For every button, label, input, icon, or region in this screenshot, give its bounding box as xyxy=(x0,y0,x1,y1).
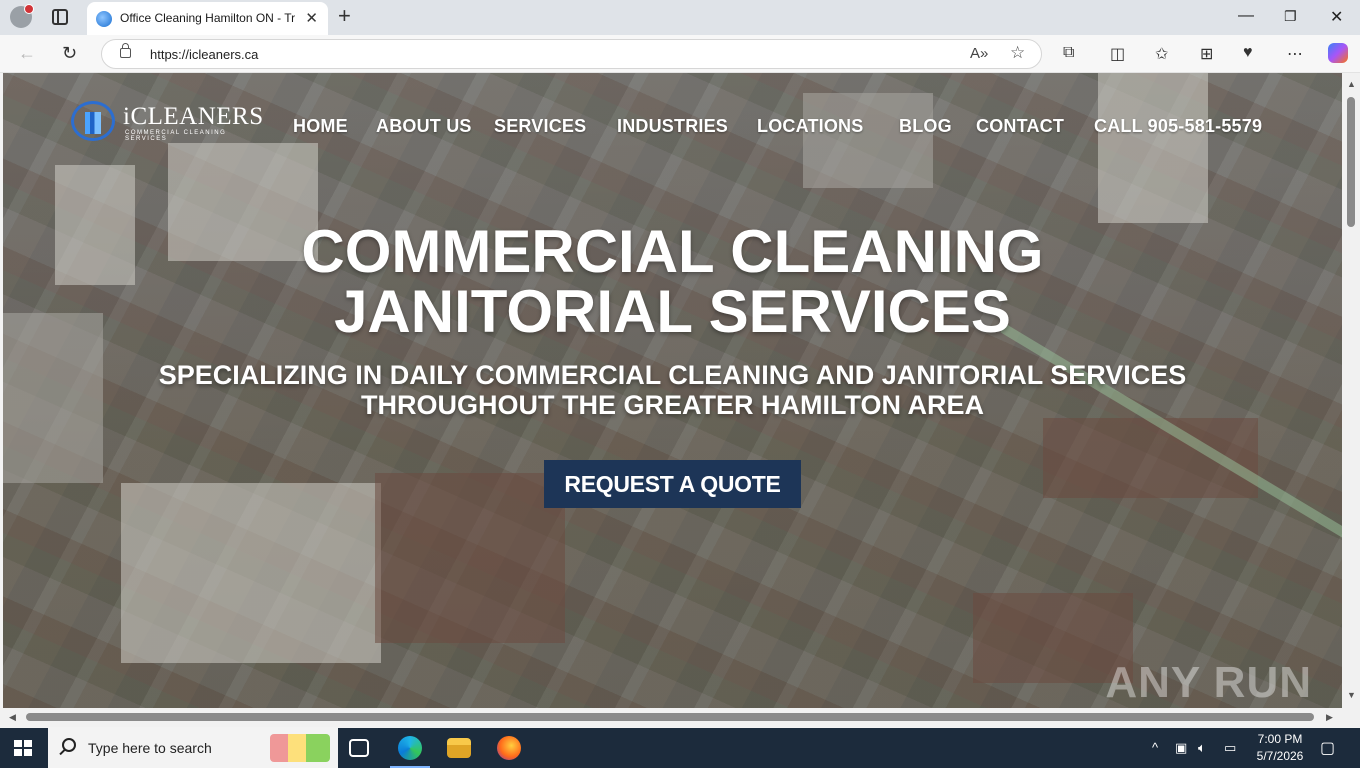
edge-browser-icon[interactable] xyxy=(398,736,422,760)
favorite-star-icon[interactable]: ☆ xyxy=(1010,43,1025,63)
address-toolbar: ← ↻ https://icleaners.ca A» ☆ ⧉ ◫ ✩ ⊞ ♥ … xyxy=(0,35,1360,73)
task-view-icon[interactable] xyxy=(349,739,369,757)
search-placeholder: Type here to search xyxy=(88,740,212,756)
close-window-icon[interactable]: ✕ xyxy=(1330,7,1343,27)
more-menu-icon[interactable]: ⋯ xyxy=(1287,44,1303,64)
volume-icon[interactable]: 🔈︎ xyxy=(1198,740,1206,756)
horizontal-scroll-thumb[interactable] xyxy=(26,713,1314,721)
background-building xyxy=(121,483,381,663)
nav-industries[interactable]: INDUSTRIES xyxy=(617,116,728,137)
url-text[interactable]: https://icleaners.ca xyxy=(150,47,258,62)
active-tab[interactable]: Office Cleaning Hamilton ON - Tr ✕ xyxy=(87,2,328,35)
vertical-scroll-thumb[interactable] xyxy=(1347,97,1355,227)
back-icon[interactable]: ← xyxy=(18,43,36,64)
browser-essentials-icon[interactable]: ♥ xyxy=(1243,44,1253,62)
nav-locations[interactable]: LOCATIONS xyxy=(757,116,863,137)
logo-name: iCLEANERS xyxy=(123,103,264,130)
windows-start-icon[interactable] xyxy=(14,740,32,756)
network-device-icon[interactable]: ▣ xyxy=(1175,740,1187,756)
search-icon xyxy=(62,738,76,752)
notifications-icon[interactable]: ▢ xyxy=(1320,738,1335,758)
close-tab-icon[interactable]: ✕ xyxy=(305,9,318,27)
scroll-right-arrow-icon[interactable]: ▶ xyxy=(1326,712,1333,723)
tab-title: Office Cleaning Hamilton ON - Tr xyxy=(120,11,296,25)
copilot-icon[interactable] xyxy=(1328,43,1348,63)
hero-title-line1: COMMERCIAL CLEANING xyxy=(301,218,1044,285)
new-tab-icon[interactable]: + xyxy=(338,3,351,29)
nav-contact[interactable]: CONTACT xyxy=(976,116,1064,137)
nav-about-us[interactable]: ABOUT US xyxy=(376,116,472,137)
nav-home[interactable]: HOME xyxy=(293,116,348,137)
restore-icon[interactable]: ❐ xyxy=(1284,8,1297,25)
nav-blog[interactable]: BLOG xyxy=(899,116,952,137)
background-building xyxy=(375,473,565,643)
lock-icon[interactable] xyxy=(120,43,131,58)
system-clock[interactable]: 7:00 PM 5/7/2026 xyxy=(1250,731,1310,765)
web-page: iCLEANERS COMMERCIAL CLEANING SERVICES H… xyxy=(3,73,1342,708)
extensions-icon[interactable]: ⧉ xyxy=(1063,44,1074,62)
split-screen-icon[interactable]: ◫ xyxy=(1110,44,1125,64)
collections-icon[interactable]: ⊞ xyxy=(1200,44,1213,64)
network-icon[interactable]: ▭ xyxy=(1224,740,1236,756)
hero-subtitle-line1: SPECIALIZING IN DAILY COMMERCIAL CLEANIN… xyxy=(158,360,1187,390)
refresh-icon[interactable]: ↻ xyxy=(62,43,77,64)
favorites-icon[interactable]: ✩ xyxy=(1155,44,1168,64)
nav-call-phone[interactable]: CALL 905-581-5579 xyxy=(1094,116,1262,137)
tab-actions-icon[interactable] xyxy=(52,9,68,25)
clock-time: 7:00 PM xyxy=(1257,732,1303,746)
taskbar: Type here to search ^ ▣ 🔈︎ ▭ 7:00 PM 5/7… xyxy=(0,728,1360,768)
logo-mark-icon xyxy=(71,101,115,141)
horizontal-scrollbar[interactable]: ◀ ▶ xyxy=(0,708,1360,727)
request-quote-button[interactable]: REQUEST A QUOTE xyxy=(544,460,801,508)
scroll-up-arrow-icon[interactable]: ▲ xyxy=(1347,79,1356,89)
firefox-icon[interactable] xyxy=(497,736,521,760)
show-hidden-icons-chevron-icon[interactable]: ^ xyxy=(1152,740,1158,755)
anyrun-watermark: ANY RUN xyxy=(1105,658,1312,707)
scroll-left-arrow-icon[interactable]: ◀ xyxy=(9,712,16,723)
hero-subtitle-line2: THROUGHOUT THE GREATER HAMILTON AREA xyxy=(361,390,984,420)
vertical-scrollbar[interactable]: ▲ ▼ xyxy=(1342,73,1360,708)
site-favicon-icon xyxy=(96,11,112,27)
hero-title-line2: JANITORIAL SERVICES xyxy=(334,278,1011,345)
scroll-down-arrow-icon[interactable]: ▼ xyxy=(1347,690,1356,700)
logo-tagline: COMMERCIAL CLEANING SERVICES xyxy=(125,130,227,142)
site-logo[interactable]: iCLEANERS COMMERCIAL CLEANING SERVICES xyxy=(71,101,263,143)
minimize-icon[interactable]: — xyxy=(1238,7,1254,25)
taskbar-search[interactable]: Type here to search xyxy=(48,728,338,768)
tab-bar: Office Cleaning Hamilton ON - Tr ✕ + — ❐… xyxy=(0,0,1360,35)
address-bar[interactable]: https://icleaners.ca A» ☆ xyxy=(101,39,1042,69)
file-explorer-icon[interactable] xyxy=(447,738,471,758)
background-building xyxy=(1098,73,1208,223)
nav-services[interactable]: SERVICES xyxy=(494,116,586,137)
read-aloud-icon[interactable]: A» xyxy=(970,45,988,62)
background-building xyxy=(803,93,933,188)
clock-date: 5/7/2026 xyxy=(1256,749,1304,763)
profile-icon[interactable] xyxy=(10,4,34,28)
search-highlight-image xyxy=(270,734,330,762)
